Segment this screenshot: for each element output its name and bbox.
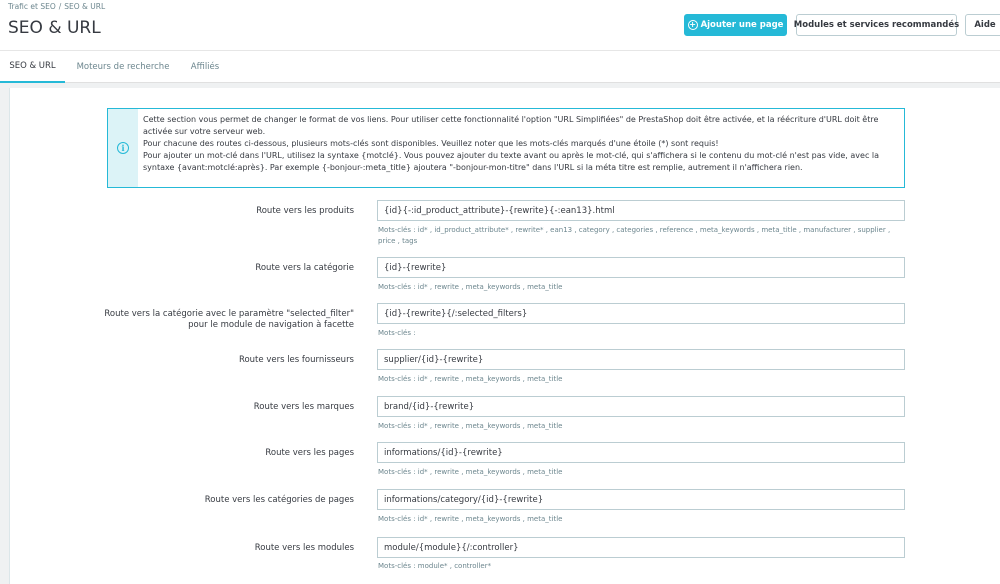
route-modules-input[interactable] xyxy=(377,537,905,558)
route-brands-help: Mots-clés : id* , rewrite , meta_keyword… xyxy=(378,422,563,430)
route-category-filter-label: Route vers la catégorie avec le paramètr… xyxy=(104,309,354,331)
route-products-help: Mots-clés : id* , id_product_attribute* … xyxy=(378,226,891,245)
tab-seo-url[interactable]: SEO & URL xyxy=(0,51,65,83)
breadcrumb-item-seo: SEO & URL xyxy=(64,2,106,11)
route-modules-label: Route vers les modules xyxy=(254,543,354,553)
route-pages-input[interactable] xyxy=(377,442,905,463)
route-page-categories-input[interactable] xyxy=(377,489,905,510)
route-category-label: Route vers la catégorie xyxy=(255,263,354,273)
route-products-label: Route vers les produits xyxy=(256,206,354,216)
info-icon-box: i xyxy=(108,109,138,187)
breadcrumb-separator: / xyxy=(58,2,62,11)
route-suppliers-input[interactable] xyxy=(377,349,905,370)
route-suppliers-help: Mots-clés : id* , rewrite , meta_keyword… xyxy=(378,375,563,383)
help-label: Aide xyxy=(974,20,996,30)
info-alert: i Cette section vous permet de changer l… xyxy=(107,108,905,188)
route-category-filter-label-line2: pour le module de navigation à facette xyxy=(188,320,354,330)
route-brands-input[interactable] xyxy=(377,396,905,417)
info-line: Pour chacune des routes ci-dessous, plus… xyxy=(143,139,719,148)
info-text: Cette section vous permet de changer le … xyxy=(143,114,903,174)
tab-search-engines[interactable]: Moteurs de recherche xyxy=(70,51,176,83)
route-pages-help: Mots-clés : id* , rewrite , meta_keyword… xyxy=(378,468,563,476)
breadcrumb: Trafic et SEO / SEO & URL xyxy=(8,2,105,11)
route-pages-label: Route vers les pages xyxy=(265,448,354,458)
route-suppliers-label: Route vers les fournisseurs xyxy=(238,355,354,365)
route-category-input[interactable] xyxy=(377,257,905,278)
route-products-input[interactable] xyxy=(377,200,905,221)
route-category-help: Mots-clés : id* , rewrite , meta_keyword… xyxy=(378,283,563,291)
route-page-categories-label: Route vers les catégories de pages xyxy=(204,495,354,505)
help-button[interactable]: Aide xyxy=(965,14,1000,36)
tab-affiliates[interactable]: Affiliés xyxy=(184,51,226,83)
breadcrumb-item-trafic[interactable]: Trafic et SEO xyxy=(8,2,56,11)
route-category-filter-input[interactable] xyxy=(377,303,905,324)
info-line: Cette section vous permet de changer le … xyxy=(143,115,879,136)
info-line: Pour ajouter un mot-clé dans l'URL, util… xyxy=(143,151,880,172)
route-category-filter-help: Mots-clés : xyxy=(378,329,416,337)
recommended-modules-button[interactable]: Modules et services recommandés xyxy=(793,14,960,36)
tab-bar: SEO & URL Moteurs de recherche Affiliés xyxy=(0,50,1000,83)
recommended-modules-label: Modules et services recommandés xyxy=(793,20,960,30)
route-page-categories-help: Mots-clés : id* , rewrite , meta_keyword… xyxy=(378,515,563,523)
info-icon: i xyxy=(117,142,129,154)
add-page-button[interactable]: + Ajouter une page xyxy=(684,14,787,36)
route-modules-help: Mots-clés : module* , controller* xyxy=(378,562,492,570)
route-brands-label: Route vers les marques xyxy=(253,402,354,412)
plus-circle-icon: + xyxy=(687,20,698,30)
add-page-label: Ajouter une page xyxy=(700,20,784,30)
route-category-filter-label-line1: Route vers la catégorie avec le paramètr… xyxy=(104,309,354,319)
page-header: Trafic et SEO / SEO & URL SEO & URL + Ajou… xyxy=(0,0,1000,50)
page-title: SEO & URL xyxy=(8,18,101,38)
